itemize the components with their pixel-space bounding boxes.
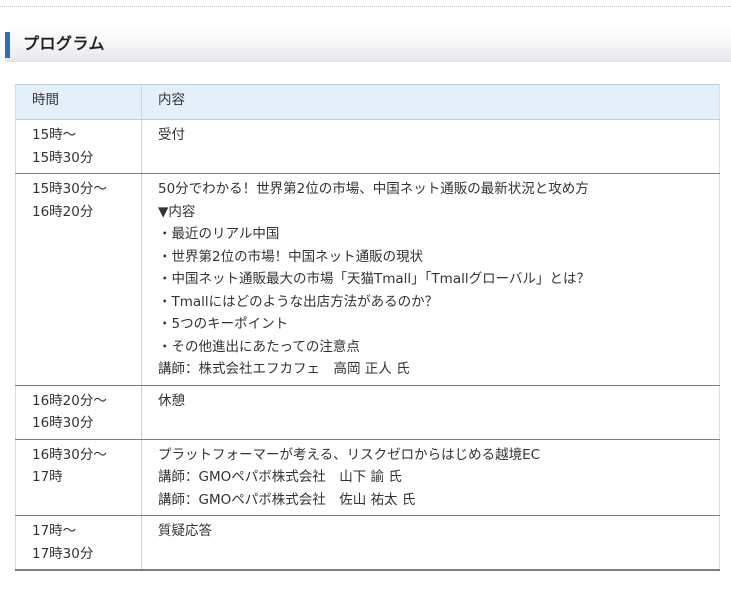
time-cell: 15時30分～ 16時20分 — [15, 173, 142, 386]
section-accent-bar — [5, 32, 10, 58]
time-start: 15時～ — [32, 127, 77, 143]
time-cell: 17時～ 17時30分 — [15, 515, 142, 571]
table-row: 16時20分～ 16時30分 休憩 — [15, 385, 720, 440]
content-line: 受付 — [158, 127, 185, 143]
content-line: ・その他進出にあたっての注意点 — [158, 338, 360, 355]
table-row: 15時～ 15時30分 受付 — [15, 119, 720, 174]
time-cell: 16時30分～ 17時 — [15, 439, 142, 516]
time-start: 15時30分～ — [32, 181, 107, 197]
content-line: ・最近のリアル中国 — [158, 226, 280, 242]
content-cell: 休憩 — [141, 385, 720, 440]
session-title: プラットフォーマーが考える、リスクゼロからはじめる越境EC — [158, 446, 541, 463]
time-cell: 15時～ 15時30分 — [15, 119, 142, 174]
content-line: ▼内容 — [158, 203, 196, 220]
header-content: 内容 — [141, 84, 720, 120]
time-cell: 16時20分～ 16時30分 — [15, 385, 142, 440]
content-cell: プラットフォーマーが考える、リスクゼロからはじめる越境EC 講師：GMOペパボ株… — [141, 439, 720, 516]
time-end: 16時20分 — [32, 203, 94, 220]
table-header-row: 時間 内容 — [15, 84, 720, 120]
content-line: ・Tmallにはどのような出店方法があるのか？ — [158, 293, 439, 310]
speaker-line: 講師：GMOペパボ株式会社 佐山 祐太 氏 — [158, 491, 416, 508]
time-end: 16時30分 — [32, 415, 94, 431]
content-cell: 受付 — [141, 119, 720, 174]
time-end: 15時30分 — [32, 149, 94, 166]
time-start: 16時20分～ — [32, 392, 107, 409]
time-start: 16時30分～ — [32, 446, 107, 463]
session-title: 50分でわかる！世界第2位の市場、中国ネット通販の最新状況と攻め方 — [158, 181, 589, 197]
content-line: ・5つのキーポイント — [158, 316, 289, 332]
content-line: ・中国ネット通販最大の市場「天猫Tmall」「Tmallグローバル」とは？ — [158, 271, 590, 287]
program-table: 時間 内容 15時～ 15時30分 受付 15時30分～ 16時20分 50分で… — [15, 84, 720, 571]
content-line: ・世界第2位の市場！中国ネット通販の現状 — [158, 248, 424, 265]
section-header: プログラム — [5, 26, 731, 62]
time-end: 17時 — [32, 469, 63, 485]
content-line: 休憩 — [158, 392, 185, 409]
section-title: プログラム — [23, 34, 106, 53]
table-row: 16時30分～ 17時 プラットフォーマーが考える、リスクゼロからはじめる越境E… — [15, 439, 720, 516]
table-row: 15時30分～ 16時20分 50分でわかる！世界第2位の市場、中国ネット通販の… — [15, 173, 720, 386]
top-divider — [0, 6, 731, 7]
table-row: 17時～ 17時30分 質疑応答 — [15, 515, 720, 571]
time-end: 17時30分 — [32, 545, 94, 562]
speaker-line: 講師：GMOペパボ株式会社 山下 諭 氏 — [158, 469, 402, 485]
time-start: 17時～ — [32, 523, 77, 539]
header-time: 時間 — [15, 84, 142, 120]
speaker-line: 講師：株式会社エフカフェ 高岡 正人 氏 — [158, 361, 410, 377]
content-line: 質疑応答 — [158, 523, 212, 539]
content-cell: 質疑応答 — [141, 515, 720, 571]
content-cell: 50分でわかる！世界第2位の市場、中国ネット通販の最新状況と攻め方 ▼内容 ・最… — [141, 173, 720, 386]
